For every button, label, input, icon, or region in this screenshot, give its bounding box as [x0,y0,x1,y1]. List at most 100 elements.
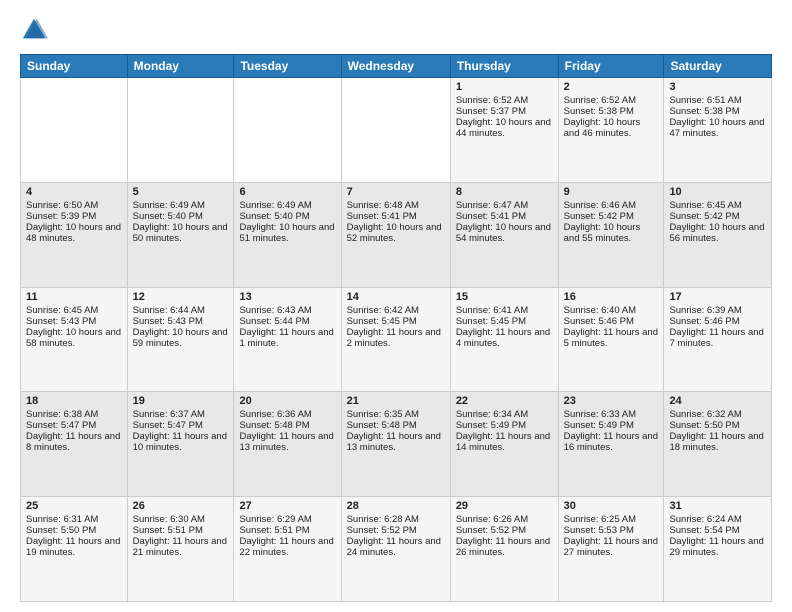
day-number: 15 [456,291,553,303]
calendar: SundayMondayTuesdayWednesdayThursdayFrid… [20,54,772,602]
cell-info: Daylight: 10 hours and 51 minutes. [239,222,335,244]
cell-info: Sunset: 5:39 PM [26,211,122,222]
cell-info: Sunrise: 6:31 AM [26,514,122,525]
cell-info: Sunset: 5:40 PM [133,211,229,222]
calendar-cell: 3Sunrise: 6:51 AMSunset: 5:38 PMDaylight… [664,78,772,183]
day-header-saturday: Saturday [664,55,772,78]
page: SundayMondayTuesdayWednesdayThursdayFrid… [0,0,792,612]
cell-info: Sunrise: 6:52 AM [456,95,553,106]
day-number: 30 [564,500,659,512]
cell-info: Sunrise: 6:49 AM [133,200,229,211]
calendar-cell: 14Sunrise: 6:42 AMSunset: 5:45 PMDayligh… [341,287,450,392]
cell-info: Daylight: 11 hours and 4 minutes. [456,327,553,349]
day-header-monday: Monday [127,55,234,78]
cell-info: Daylight: 10 hours and 54 minutes. [456,222,553,244]
cell-info: Daylight: 10 hours and 47 minutes. [669,117,766,139]
cell-info: Daylight: 11 hours and 24 minutes. [347,536,445,558]
cell-info: Sunrise: 6:38 AM [26,409,122,420]
cell-info: Daylight: 11 hours and 29 minutes. [669,536,766,558]
calendar-cell: 20Sunrise: 6:36 AMSunset: 5:48 PMDayligh… [234,392,341,497]
cell-info: Sunset: 5:52 PM [347,525,445,536]
calendar-cell [127,78,234,183]
cell-info: Sunset: 5:38 PM [669,106,766,117]
cell-info: Daylight: 11 hours and 16 minutes. [564,431,659,453]
week-row-1: 1Sunrise: 6:52 AMSunset: 5:37 PMDaylight… [21,78,772,183]
day-number: 21 [347,395,445,407]
calendar-cell: 28Sunrise: 6:28 AMSunset: 5:52 PMDayligh… [341,497,450,602]
cell-info: Daylight: 10 hours and 48 minutes. [26,222,122,244]
cell-info: Sunrise: 6:33 AM [564,409,659,420]
day-number: 9 [564,186,659,198]
calendar-cell [234,78,341,183]
day-number: 6 [239,186,335,198]
header [20,16,772,44]
day-header-thursday: Thursday [450,55,558,78]
calendar-cell: 8Sunrise: 6:47 AMSunset: 5:41 PMDaylight… [450,182,558,287]
cell-info: Daylight: 11 hours and 7 minutes. [669,327,766,349]
day-number: 3 [669,81,766,93]
day-number: 12 [133,291,229,303]
day-header-tuesday: Tuesday [234,55,341,78]
day-number: 5 [133,186,229,198]
day-number: 23 [564,395,659,407]
cell-info: Sunrise: 6:34 AM [456,409,553,420]
cell-info: Sunset: 5:43 PM [26,316,122,327]
cell-info: Sunset: 5:42 PM [564,211,659,222]
cell-info: Sunrise: 6:47 AM [456,200,553,211]
cell-info: Daylight: 11 hours and 13 minutes. [347,431,445,453]
calendar-cell: 11Sunrise: 6:45 AMSunset: 5:43 PMDayligh… [21,287,128,392]
calendar-cell: 22Sunrise: 6:34 AMSunset: 5:49 PMDayligh… [450,392,558,497]
day-number: 24 [669,395,766,407]
calendar-body: 1Sunrise: 6:52 AMSunset: 5:37 PMDaylight… [21,78,772,602]
day-number: 19 [133,395,229,407]
calendar-cell: 2Sunrise: 6:52 AMSunset: 5:38 PMDaylight… [558,78,664,183]
cell-info: Sunset: 5:46 PM [564,316,659,327]
cell-info: Sunset: 5:44 PM [239,316,335,327]
cell-info: Sunset: 5:52 PM [456,525,553,536]
cell-info: Sunrise: 6:30 AM [133,514,229,525]
calendar-cell: 27Sunrise: 6:29 AMSunset: 5:51 PMDayligh… [234,497,341,602]
cell-info: Sunrise: 6:39 AM [669,305,766,316]
calendar-cell: 25Sunrise: 6:31 AMSunset: 5:50 PMDayligh… [21,497,128,602]
cell-info: Sunrise: 6:35 AM [347,409,445,420]
cell-info: Daylight: 10 hours and 58 minutes. [26,327,122,349]
cell-info: Sunset: 5:54 PM [669,525,766,536]
calendar-cell: 16Sunrise: 6:40 AMSunset: 5:46 PMDayligh… [558,287,664,392]
cell-info: Sunset: 5:51 PM [239,525,335,536]
week-row-2: 4Sunrise: 6:50 AMSunset: 5:39 PMDaylight… [21,182,772,287]
calendar-cell: 13Sunrise: 6:43 AMSunset: 5:44 PMDayligh… [234,287,341,392]
cell-info: Sunset: 5:38 PM [564,106,659,117]
day-number: 11 [26,291,122,303]
day-number: 29 [456,500,553,512]
day-header-sunday: Sunday [21,55,128,78]
cell-info: Sunrise: 6:45 AM [669,200,766,211]
calendar-cell: 19Sunrise: 6:37 AMSunset: 5:47 PMDayligh… [127,392,234,497]
cell-info: Daylight: 11 hours and 26 minutes. [456,536,553,558]
day-number: 10 [669,186,766,198]
logo [20,16,52,44]
calendar-cell: 10Sunrise: 6:45 AMSunset: 5:42 PMDayligh… [664,182,772,287]
cell-info: Sunrise: 6:46 AM [564,200,659,211]
calendar-cell: 9Sunrise: 6:46 AMSunset: 5:42 PMDaylight… [558,182,664,287]
cell-info: Daylight: 11 hours and 22 minutes. [239,536,335,558]
calendar-cell: 31Sunrise: 6:24 AMSunset: 5:54 PMDayligh… [664,497,772,602]
cell-info: Sunset: 5:42 PM [669,211,766,222]
cell-info: Sunset: 5:50 PM [669,420,766,431]
day-number: 14 [347,291,445,303]
cell-info: Sunset: 5:48 PM [347,420,445,431]
week-row-5: 25Sunrise: 6:31 AMSunset: 5:50 PMDayligh… [21,497,772,602]
cell-info: Sunrise: 6:25 AM [564,514,659,525]
cell-info: Sunrise: 6:36 AM [239,409,335,420]
header-row: SundayMondayTuesdayWednesdayThursdayFrid… [21,55,772,78]
cell-info: Sunset: 5:48 PM [239,420,335,431]
day-number: 13 [239,291,335,303]
cell-info: Sunset: 5:51 PM [133,525,229,536]
cell-info: Daylight: 11 hours and 27 minutes. [564,536,659,558]
week-row-3: 11Sunrise: 6:45 AMSunset: 5:43 PMDayligh… [21,287,772,392]
week-row-4: 18Sunrise: 6:38 AMSunset: 5:47 PMDayligh… [21,392,772,497]
cell-info: Sunrise: 6:44 AM [133,305,229,316]
calendar-cell: 12Sunrise: 6:44 AMSunset: 5:43 PMDayligh… [127,287,234,392]
calendar-cell: 30Sunrise: 6:25 AMSunset: 5:53 PMDayligh… [558,497,664,602]
cell-info: Sunset: 5:40 PM [239,211,335,222]
calendar-cell [341,78,450,183]
